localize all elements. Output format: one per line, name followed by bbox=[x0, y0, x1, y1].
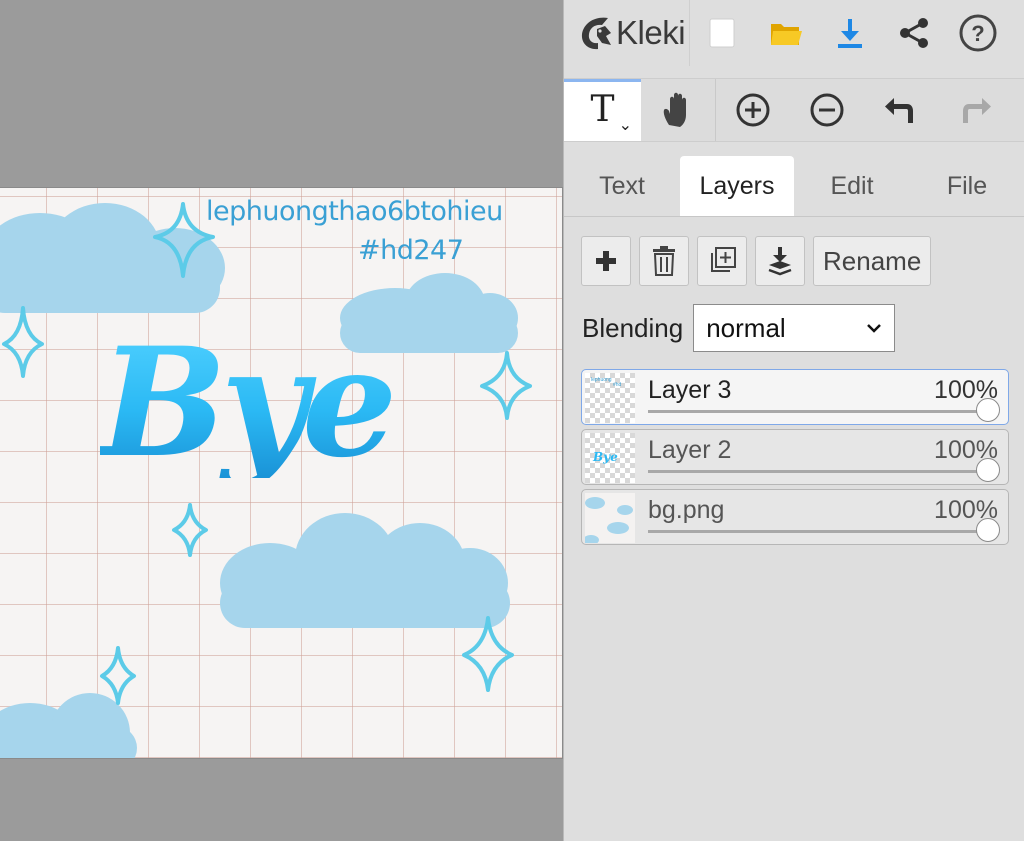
hand-icon bbox=[663, 92, 686, 127]
layer-thumbnail bbox=[585, 493, 635, 543]
kleki-logo[interactable]: Kleki bbox=[564, 0, 690, 66]
delete-layer-button[interactable] bbox=[639, 236, 689, 286]
blending-label: Blending bbox=[582, 312, 684, 343]
layer-name: bg.png bbox=[648, 496, 725, 524]
app-name: Kleki bbox=[616, 14, 686, 51]
sparkle-2 bbox=[2, 306, 44, 378]
rename-layer-button[interactable]: Rename bbox=[813, 236, 932, 286]
svg-text:Bye: Bye bbox=[592, 450, 618, 464]
kleki-bird-icon bbox=[581, 17, 611, 50]
opacity-slider-handle[interactable] bbox=[976, 398, 1000, 422]
chevron-down-icon: ⌄ bbox=[618, 117, 632, 134]
open-folder-icon bbox=[771, 24, 802, 45]
sparkle-4 bbox=[172, 503, 208, 557]
hand-tool-button[interactable] bbox=[641, 79, 715, 141]
undo-button[interactable] bbox=[864, 79, 938, 141]
share-button[interactable] bbox=[882, 0, 946, 66]
layer-name: Layer 2 bbox=[648, 436, 732, 464]
svg-text:?: ? bbox=[971, 21, 984, 46]
blending-select[interactable]: normal bbox=[693, 304, 896, 352]
layer-name: Layer 3 bbox=[648, 376, 732, 404]
help-icon: ? bbox=[959, 14, 997, 52]
open-button[interactable] bbox=[754, 0, 818, 66]
download-icon bbox=[838, 19, 862, 48]
merge-down-icon bbox=[768, 247, 792, 276]
panel-tabs: Text Layers Edit File bbox=[564, 156, 1024, 217]
new-image-icon bbox=[709, 18, 735, 48]
layer-item-layer-2[interactable]: Bye Layer 2 100% bbox=[581, 429, 1009, 485]
tab-file[interactable]: File bbox=[910, 156, 1024, 216]
text-tool-button[interactable]: T ⌄ bbox=[564, 79, 641, 141]
undo-icon bbox=[885, 98, 913, 123]
zoom-out-icon bbox=[810, 93, 844, 127]
opacity-slider-track[interactable] bbox=[648, 530, 994, 533]
tab-text[interactable]: Text bbox=[564, 156, 680, 216]
sparkle-6 bbox=[100, 646, 136, 705]
opacity-slider-handle[interactable] bbox=[976, 458, 1000, 482]
layer-item-bg-png[interactable]: bg.png 100% bbox=[581, 489, 1009, 545]
duplicate-layer-button[interactable] bbox=[697, 236, 747, 286]
redo-button[interactable] bbox=[938, 79, 1012, 141]
cloud-top-left bbox=[0, 203, 225, 313]
opacity-slider-track[interactable] bbox=[648, 470, 994, 473]
zoom-out-button[interactable] bbox=[790, 79, 864, 141]
canvas-area[interactable]: lephuongthao6btohieu #hd247 Bye bbox=[0, 0, 563, 841]
tab-layers[interactable]: Layers bbox=[680, 156, 794, 216]
plus-icon bbox=[596, 251, 616, 271]
artwork-caption-author: lephuongthao6btohieu bbox=[206, 196, 503, 227]
share-icon bbox=[900, 18, 928, 48]
top-toolbar: Kleki ? bbox=[564, 0, 1024, 66]
tool-row: T ⌄ bbox=[564, 78, 1024, 142]
sparkle-5 bbox=[462, 616, 514, 692]
svg-text:lephuong: lephuong bbox=[591, 377, 612, 383]
layer-thumbnail: lephuong #hd bbox=[585, 373, 635, 423]
cloud-bottom-center bbox=[220, 513, 510, 628]
artwork-main-text: Bye bbox=[100, 315, 397, 491]
artwork-canvas[interactable]: lephuongthao6btohieu #hd247 Bye bbox=[0, 188, 562, 758]
layer-list: lephuong #hd Layer 3 100% Bye Layer 2 10… bbox=[581, 369, 1009, 549]
sparkle-3 bbox=[480, 351, 532, 420]
layer-item-layer-3[interactable]: lephuong #hd Layer 3 100% bbox=[581, 369, 1009, 425]
trash-icon bbox=[653, 246, 675, 276]
svg-text:#hd: #hd bbox=[613, 382, 622, 388]
help-button[interactable]: ? bbox=[946, 0, 1010, 66]
sidebar: Kleki ? T ⌄ Text Layers Edit File Rename… bbox=[563, 0, 1024, 841]
save-button[interactable] bbox=[818, 0, 882, 66]
redo-icon bbox=[963, 98, 991, 123]
merge-down-button[interactable] bbox=[755, 236, 805, 286]
add-layer-button[interactable] bbox=[581, 236, 631, 286]
duplicate-icon bbox=[711, 247, 736, 272]
chevron-down-icon bbox=[867, 324, 882, 333]
new-image-button[interactable] bbox=[690, 0, 754, 66]
zoom-in-button[interactable] bbox=[716, 79, 790, 141]
zoom-in-icon bbox=[736, 93, 770, 127]
layer-thumbnail: Bye bbox=[585, 433, 635, 483]
opacity-slider-track[interactable] bbox=[648, 410, 994, 413]
artwork-caption-hashtag: #hd247 bbox=[358, 235, 464, 266]
tab-edit[interactable]: Edit bbox=[794, 156, 910, 216]
layer-actions: Rename bbox=[581, 236, 932, 286]
blending-row: Blending normal bbox=[582, 304, 896, 352]
text-tool-icon: T bbox=[590, 89, 615, 130]
opacity-slider-handle[interactable] bbox=[976, 518, 1000, 542]
blending-value: normal bbox=[706, 312, 786, 343]
